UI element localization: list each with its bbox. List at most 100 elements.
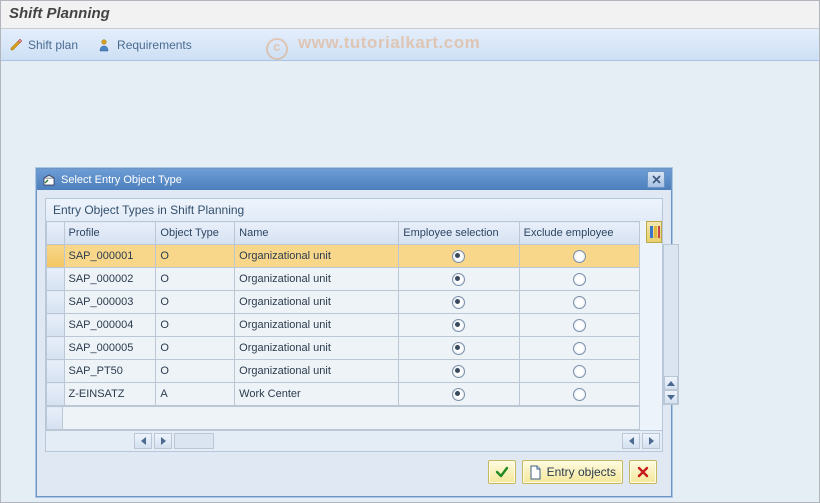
entry-object-table[interactable]: Profile Object Type Name Employee select…	[46, 221, 640, 406]
col-profile[interactable]: Profile	[64, 222, 156, 245]
new-page-icon	[529, 465, 542, 480]
shift-plan-button[interactable]: Shift plan	[9, 38, 78, 52]
pencil-icon	[9, 38, 23, 52]
cell-name: Work Center	[235, 383, 399, 406]
cell-profile: SAP_000002	[64, 268, 156, 291]
cell-name: Organizational unit	[235, 268, 399, 291]
radio-employee-selection[interactable]	[452, 319, 465, 332]
cell-employee-selection[interactable]	[399, 245, 519, 268]
radio-employee-selection[interactable]	[452, 388, 465, 401]
dialog-button-bar: Entry objects	[45, 452, 663, 488]
app-toolbar: Shift plan Requirements cwww.tutorialkar…	[1, 29, 819, 61]
cell-exclude-employee[interactable]	[519, 337, 639, 360]
radio-exclude-employee[interactable]	[573, 365, 586, 378]
radio-exclude-employee[interactable]	[573, 296, 586, 309]
table-row[interactable]: SAP_000002OOrganizational unit	[47, 268, 640, 291]
col-name[interactable]: Name	[235, 222, 399, 245]
dialog-title: Select Entry Object Type	[61, 174, 182, 186]
radio-employee-selection[interactable]	[452, 250, 465, 263]
radio-exclude-employee[interactable]	[573, 319, 586, 332]
cell-profile: SAP_000001	[64, 245, 156, 268]
col-exclude-employee[interactable]: Exclude employee	[519, 222, 639, 245]
hscroll-right-2[interactable]	[642, 433, 660, 449]
cell-exclude-employee[interactable]	[519, 245, 639, 268]
cell-name: Organizational unit	[235, 245, 399, 268]
cell-employee-selection[interactable]	[399, 337, 519, 360]
cell-employee-selection[interactable]	[399, 360, 519, 383]
group-title: Entry Object Types in Shift Planning	[46, 199, 662, 221]
radio-employee-selection[interactable]	[452, 296, 465, 309]
cancel-icon	[637, 466, 649, 478]
radio-exclude-employee[interactable]	[573, 388, 586, 401]
table-row[interactable]: SAP_000005OOrganizational unit	[47, 337, 640, 360]
row-selector[interactable]	[47, 337, 65, 360]
radio-employee-selection[interactable]	[452, 342, 465, 355]
hscroll-left-1[interactable]	[134, 433, 152, 449]
dialog-titlebar[interactable]: Select Entry Object Type	[37, 169, 671, 190]
row-selector[interactable]	[47, 245, 65, 268]
cell-exclude-employee[interactable]	[519, 360, 639, 383]
close-icon	[652, 175, 661, 184]
cell-exclude-employee[interactable]	[519, 268, 639, 291]
cell-exclude-employee[interactable]	[519, 291, 639, 314]
table-footer-strip	[46, 406, 640, 430]
cell-exclude-employee[interactable]	[519, 314, 639, 337]
ok-button[interactable]	[488, 460, 516, 484]
table-row[interactable]: Z-EINSATZAWork Center	[47, 383, 640, 406]
entry-objects-label: Entry objects	[547, 465, 616, 479]
row-selector[interactable]	[47, 314, 65, 337]
dialog-close-button[interactable]	[647, 171, 665, 188]
table-row[interactable]: SAP_000001OOrganizational unit	[47, 245, 640, 268]
scroll-up-button[interactable]	[664, 376, 678, 390]
cell-employee-selection[interactable]	[399, 383, 519, 406]
hscroll-right-1[interactable]	[154, 433, 172, 449]
requirements-button[interactable]: Requirements	[98, 38, 192, 52]
entry-objects-button[interactable]: Entry objects	[522, 460, 623, 484]
cell-employee-selection[interactable]	[399, 291, 519, 314]
cell-object-type: O	[156, 314, 235, 337]
hscroll-thumb-1[interactable]	[174, 433, 214, 449]
config-icon	[649, 225, 660, 239]
table-row[interactable]: SAP_000003OOrganizational unit	[47, 291, 640, 314]
col-employee-selection[interactable]: Employee selection	[399, 222, 519, 245]
ok-icon	[495, 465, 509, 479]
col-object-type[interactable]: Object Type	[156, 222, 235, 245]
cell-employee-selection[interactable]	[399, 268, 519, 291]
cell-name: Organizational unit	[235, 314, 399, 337]
person-icon	[98, 38, 112, 52]
table-row[interactable]: SAP_000004OOrganizational unit	[47, 314, 640, 337]
cell-profile: SAP_000004	[64, 314, 156, 337]
watermark: cwww.tutorialkart.com	[266, 33, 480, 60]
cell-profile: SAP_PT50	[64, 360, 156, 383]
cell-employee-selection[interactable]	[399, 314, 519, 337]
row-selector[interactable]	[47, 268, 65, 291]
radio-exclude-employee[interactable]	[573, 250, 586, 263]
cell-name: Organizational unit	[235, 337, 399, 360]
cell-profile: SAP_000005	[64, 337, 156, 360]
entry-object-types-group: Entry Object Types in Shift Planning Pro…	[45, 198, 663, 452]
shift-plan-label: Shift plan	[28, 38, 78, 52]
select-entry-object-dialog: Select Entry Object Type Entry Object Ty…	[36, 168, 672, 497]
table-hscroll[interactable]	[46, 430, 662, 451]
row-selector-header[interactable]	[47, 222, 65, 245]
scroll-down-button[interactable]	[664, 390, 678, 404]
row-selector[interactable]	[47, 383, 65, 406]
row-selector[interactable]	[47, 291, 65, 314]
cell-exclude-employee[interactable]	[519, 383, 639, 406]
table-row[interactable]: SAP_PT50OOrganizational unit	[47, 360, 640, 383]
title-bar: Shift Planning	[1, 1, 819, 29]
radio-employee-selection[interactable]	[452, 365, 465, 378]
radio-exclude-employee[interactable]	[573, 342, 586, 355]
cancel-button[interactable]	[629, 460, 657, 484]
table-vscroll[interactable]	[663, 244, 679, 405]
table-config-button[interactable]	[646, 221, 662, 243]
radio-exclude-employee[interactable]	[573, 273, 586, 286]
hscroll-left-2[interactable]	[622, 433, 640, 449]
dialog-icon	[43, 174, 55, 186]
cell-name: Organizational unit	[235, 360, 399, 383]
cell-profile: SAP_000003	[64, 291, 156, 314]
table-header-row: Profile Object Type Name Employee select…	[47, 222, 640, 245]
cell-name: Organizational unit	[235, 291, 399, 314]
row-selector[interactable]	[47, 360, 65, 383]
radio-employee-selection[interactable]	[452, 273, 465, 286]
